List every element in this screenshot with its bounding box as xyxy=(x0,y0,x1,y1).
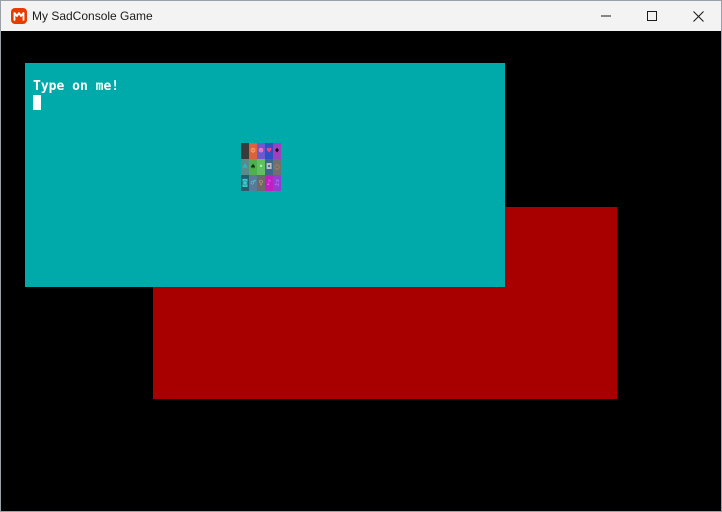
close-icon xyxy=(692,10,704,22)
glyph-cell: ☻ xyxy=(257,143,265,159)
glyph-cell: ♠ xyxy=(249,159,257,175)
glyph-cell: ♀ xyxy=(257,175,265,191)
minimize-button[interactable] xyxy=(583,1,629,31)
minimize-icon xyxy=(601,11,611,21)
glyph-cell: ♦ xyxy=(273,143,281,159)
glyph-cell: ☺ xyxy=(249,143,257,159)
title-bar[interactable]: My SadConsole Game xyxy=(1,1,721,31)
glyph-cell: ♪ xyxy=(265,175,273,191)
glyph-cell: ♂ xyxy=(249,175,257,191)
monogame-icon xyxy=(11,8,27,24)
glyph-cell: ♫ xyxy=(273,175,281,191)
maximize-button[interactable] xyxy=(629,1,675,31)
glyph-cell: ◙ xyxy=(241,175,249,191)
glyph-cell: ○ xyxy=(273,159,281,175)
glyph-cell: ◘ xyxy=(265,159,273,175)
glyph-grid: ☺ ☻ ♥ ♦ ♣ ♠ • ◘ ○ ◙ ♂ ♀ ♪ ♫ xyxy=(241,143,281,191)
game-canvas[interactable]: Type on me! ☺ ☻ ♥ ♦ ♣ ♠ • ◘ ○ ◙ ♂ ♀ ♪ ♫ xyxy=(1,31,721,511)
console-prompt-text: Type on me! xyxy=(33,79,120,94)
app-window: My SadConsole Game Type on me! ☺ ☻ ♥ ♦ ♣ ♠ • ◘ ○… xyxy=(0,0,722,512)
glyph-cell xyxy=(241,143,249,159)
glyph-cell: • xyxy=(257,159,265,175)
glyph-cell: ♥ xyxy=(265,143,273,159)
glyph-cell: ♣ xyxy=(241,159,249,175)
window-title: My SadConsole Game xyxy=(32,9,153,23)
maximize-icon xyxy=(647,11,657,21)
text-cursor xyxy=(33,95,41,110)
close-button[interactable] xyxy=(675,1,721,31)
teal-console-panel[interactable]: Type on me! ☺ ☻ ♥ ♦ ♣ ♠ • ◘ ○ ◙ ♂ ♀ ♪ ♫ xyxy=(25,63,505,287)
